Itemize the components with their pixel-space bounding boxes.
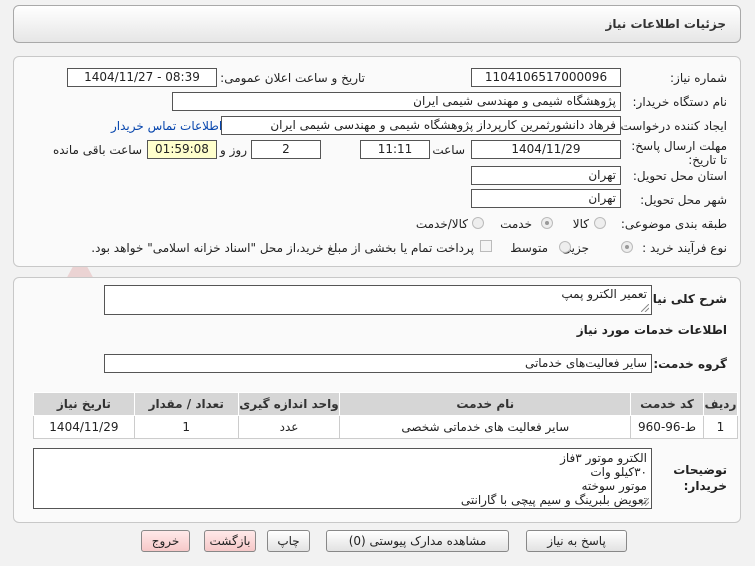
process-type-label: نوع فرآیند خرید : xyxy=(642,241,727,255)
requester-field: فرهاد دانشورثمرین کارپرداز پژوهشگاه شیمی… xyxy=(221,116,621,135)
days-and-label: روز و xyxy=(220,143,247,157)
back-button[interactable]: بازگشت xyxy=(204,530,256,552)
col-header-service-name: نام خدمت xyxy=(339,392,632,416)
time-label: ساعت xyxy=(432,143,465,157)
requester-label: ایجاد کننده درخواست: xyxy=(616,119,727,133)
city-label: شهر محل تحویل: xyxy=(640,193,727,207)
cell-quantity: 1 xyxy=(133,415,239,439)
buyer-contact-link[interactable]: اطلاعات تماس خریدار xyxy=(111,119,222,133)
col-header-unit: واحد اندازه گیری xyxy=(237,392,341,416)
resize-handle-icon[interactable] xyxy=(641,498,649,506)
reply-to-need-button[interactable]: پاسخ به نیاز xyxy=(526,530,627,552)
service-group-field: سایر فعالیت‌های خدماتی xyxy=(104,354,652,373)
deadline-label: مهلت ارسال پاسخ: تا تاریخ: xyxy=(631,139,727,167)
category-option-service-radio[interactable] xyxy=(541,217,553,229)
page-header: جزئیات اطلاعات نیاز xyxy=(13,5,741,43)
remaining-label: ساعت باقی مانده xyxy=(52,143,142,157)
remaining-time-field: 01:59:08 xyxy=(147,140,217,159)
province-label: استان محل تحویل: xyxy=(632,169,727,183)
description-label: شرح کلی نیاز: xyxy=(641,292,727,306)
process-option-medium-label: متوسط xyxy=(510,241,548,255)
col-header-row-number: ردیف xyxy=(702,392,739,416)
cell-service-name: سایر فعالیت های خدماتی شخصی xyxy=(339,415,632,439)
category-option-goods-label: کالا xyxy=(572,217,589,231)
buyer-org-label: نام دستگاه خریدار: xyxy=(632,95,728,109)
province-field: تهران xyxy=(471,166,621,185)
cell-need-date: 1404/11/29 xyxy=(33,415,135,439)
buyer-notes-line: الکترو موتور ۳فاز xyxy=(560,451,647,465)
category-option-both-label: کالا/خدمت xyxy=(415,217,468,231)
print-button[interactable]: چاپ xyxy=(267,530,310,552)
need-number-label: شماره نیاز: xyxy=(670,71,727,85)
resize-handle-icon[interactable] xyxy=(641,304,649,312)
col-header-quantity: تعداد / مقدار xyxy=(133,392,239,416)
cell-row-number: 1 xyxy=(702,415,739,439)
buyer-notes-line: ۳۰کیلو وات xyxy=(590,465,647,479)
description-text: تعمیر الکترو پمپ xyxy=(561,287,647,301)
city-field: تهران xyxy=(471,189,621,208)
treasury-payment-checkbox[interactable] xyxy=(480,240,492,252)
page-title: جزئیات اطلاعات نیاز xyxy=(605,17,726,31)
cell-unit: عدد xyxy=(237,415,341,439)
service-group-label: گروه خدمت: xyxy=(653,357,727,371)
need-number-field: 1104106517000096 xyxy=(471,68,621,87)
services-info-heading: اطلاعات خدمات مورد نیاز xyxy=(576,323,727,337)
buyer-notes-line: موتور سوخته xyxy=(581,479,647,493)
col-header-need-date: تاریخ نیاز xyxy=(33,392,135,416)
process-option-minor-radio[interactable] xyxy=(621,241,633,253)
deadline-date-field: 1404/11/29 xyxy=(471,140,621,159)
category-option-service-label: خدمت xyxy=(500,217,532,231)
deadline-time-field: 11:11 xyxy=(360,140,430,159)
table-row: 1 ط-96-960 سایر فعالیت های خدماتی شخصی ع… xyxy=(33,415,739,439)
category-option-both-radio[interactable] xyxy=(472,217,484,229)
col-header-service-code: کد خدمت xyxy=(630,392,704,416)
category-label: طبقه بندی موضوعی: xyxy=(620,217,727,231)
services-table: ردیف کد خدمت نام خدمت واحد اندازه گیری ت… xyxy=(33,392,739,439)
exit-button[interactable]: خروج xyxy=(141,530,190,552)
treasury-payment-note: پرداخت تمام یا بخشی از مبلغ خرید،از محل … xyxy=(91,241,474,255)
buyer-notes-label: توضیحات خریدار: xyxy=(673,463,727,493)
announce-datetime-field: 1404/11/27 - 08:39 xyxy=(67,68,217,87)
table-header-row: ردیف کد خدمت نام خدمت واحد اندازه گیری ت… xyxy=(33,392,739,416)
buyer-notes-line: تعویض بلبرینگ و سیم پیچی با گارانتی xyxy=(460,493,647,507)
category-option-goods-radio[interactable] xyxy=(594,217,606,229)
buyer-notes-field: الکترو موتور ۳فاز ۳۰کیلو وات موتور سوخته… xyxy=(33,448,652,509)
description-field: تعمیر الکترو پمپ xyxy=(104,285,652,315)
process-option-medium-radio[interactable] xyxy=(559,241,571,253)
days-field: 2 xyxy=(251,140,321,159)
announce-datetime-label: تاریخ و ساعت اعلان عمومی: xyxy=(220,71,365,85)
view-attachments-button[interactable]: مشاهده مدارک پیوستی (0) xyxy=(326,530,509,552)
cell-service-code: ط-96-960 xyxy=(630,415,704,439)
buyer-org-field: پژوهشگاه شیمی و مهندسی شیمی ایران xyxy=(172,92,621,111)
